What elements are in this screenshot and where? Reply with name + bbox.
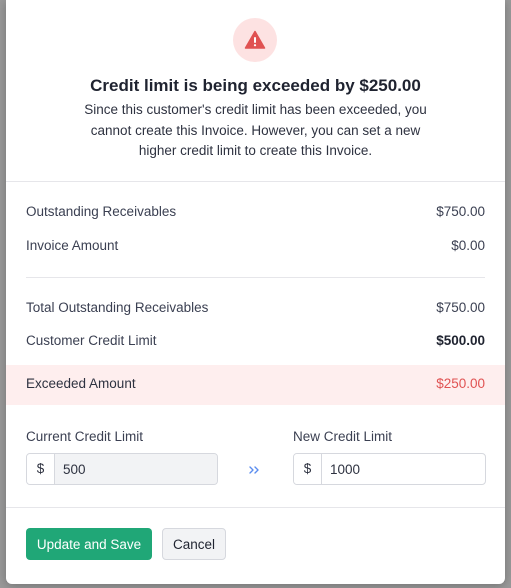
exceeded-amount-label: Exceeded Amount: [26, 376, 136, 391]
current-credit-limit-input: [55, 454, 217, 484]
exceeded-amount-row: Exceeded Amount $250.00: [6, 365, 505, 405]
new-credit-limit-field[interactable]: $: [293, 453, 486, 485]
outstanding-receivables-label: Outstanding Receivables: [26, 204, 177, 219]
summary-row-outstanding: Outstanding Receivables $750.00: [26, 202, 485, 222]
footer-divider: [6, 507, 505, 508]
summary-divider: [26, 277, 485, 278]
cancel-button[interactable]: Cancel: [162, 528, 226, 560]
update-and-save-button[interactable]: Update and Save: [26, 528, 152, 560]
double-chevron-right-icon: [249, 466, 259, 474]
new-credit-limit-currency: $: [294, 454, 322, 484]
summary-row-total-outstanding: Total Outstanding Receivables $750.00: [26, 298, 485, 318]
invoice-amount-value: $0.00: [451, 238, 485, 253]
dialog-message: Since this customer's credit limit has b…: [84, 102, 427, 158]
new-credit-limit-input[interactable]: [322, 454, 485, 484]
customer-credit-limit-label: Customer Credit Limit: [26, 333, 157, 348]
summary-row-credit-limit: Customer Credit Limit $500.00: [26, 331, 485, 351]
new-credit-limit-label: New Credit Limit: [293, 429, 393, 444]
warning-badge: [233, 18, 277, 62]
summary-row-invoice-amount: Invoice Amount $0.00: [26, 236, 485, 256]
current-credit-limit-label: Current Credit Limit: [26, 429, 144, 444]
current-credit-limit-field: $: [26, 453, 218, 485]
dialog-title: Credit limit is being exceeded by $250.0…: [90, 76, 421, 95]
background-page-edge-right: [505, 0, 511, 588]
total-outstanding-value: $750.00: [436, 300, 485, 315]
outstanding-receivables-value: $750.00: [436, 204, 485, 219]
current-credit-limit-currency: $: [27, 454, 55, 484]
customer-credit-limit-value: $500.00: [436, 333, 485, 348]
exceeded-amount-value: $250.00: [436, 376, 485, 391]
header-divider: [6, 181, 505, 182]
warning-triangle-icon: [244, 30, 266, 49]
credit-limit-dialog: Credit limit is being exceeded by $250.0…: [6, 0, 505, 584]
invoice-amount-label: Invoice Amount: [26, 238, 119, 253]
total-outstanding-label: Total Outstanding Receivables: [26, 300, 209, 315]
